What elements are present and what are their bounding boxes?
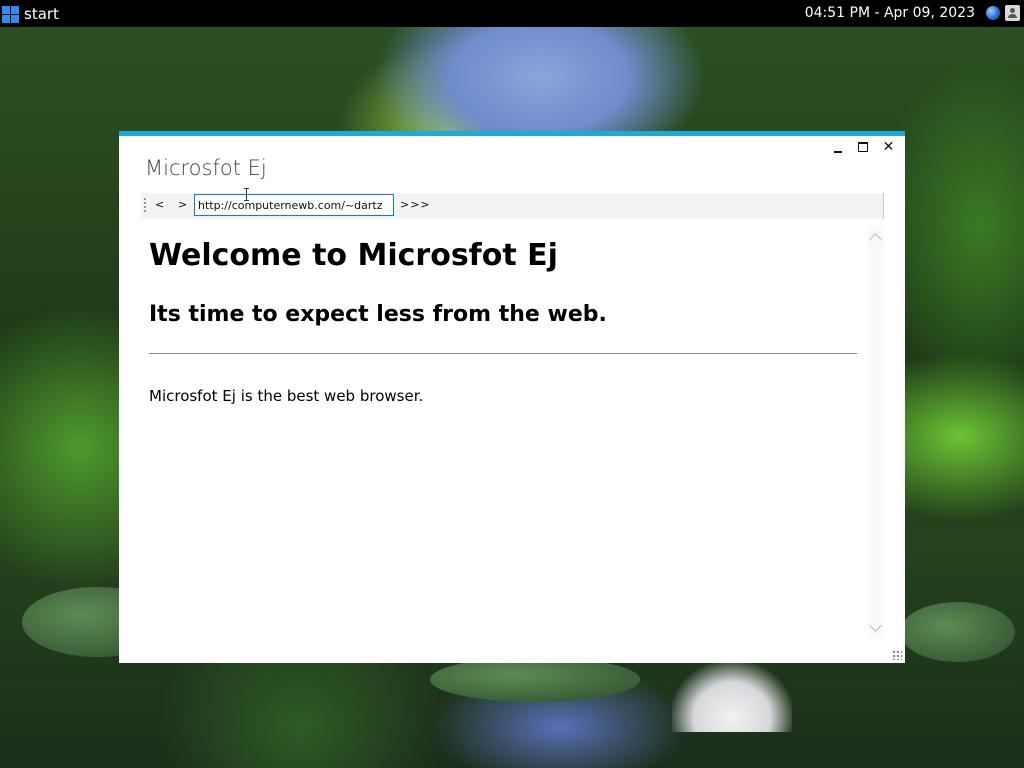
- vertical-scrollbar[interactable]: [868, 226, 884, 638]
- toolbar-grip-icon[interactable]: [144, 198, 146, 214]
- text-cursor-icon: [244, 188, 249, 201]
- scroll-down-icon[interactable]: [869, 619, 882, 632]
- start-button[interactable]: start: [2, 4, 59, 24]
- back-button[interactable]: <: [155, 198, 164, 211]
- window-controls: ✕: [832, 140, 895, 154]
- globe-icon[interactable]: [986, 6, 1000, 20]
- browser-window: ✕ Microsfot Ej < > >>> Welcome to Micros…: [119, 131, 905, 663]
- page-subheading: Its time to expect less from the web.: [149, 302, 607, 327]
- web-page-content: Welcome to Microsfot Ej Its time to expe…: [149, 226, 859, 646]
- water-lily-flower: [672, 662, 792, 732]
- maximize-button[interactable]: [857, 141, 870, 154]
- windows-logo-icon: [2, 5, 19, 23]
- divider: [149, 353, 857, 354]
- scroll-up-icon[interactable]: [869, 233, 882, 246]
- lily-pad: [430, 657, 640, 702]
- page-heading: Welcome to Microsfot Ej: [149, 238, 558, 273]
- address-bar-input[interactable]: [194, 194, 394, 216]
- resize-grip-icon[interactable]: [892, 650, 902, 660]
- taskbar-clock[interactable]: 04:51 PM - Apr 09, 2023: [805, 5, 975, 21]
- go-button[interactable]: >>>: [400, 198, 431, 211]
- browser-toolbar: < > >>>: [141, 193, 884, 219]
- window-title: Microsfot Ej: [145, 156, 267, 180]
- forward-button[interactable]: >: [178, 198, 187, 211]
- user-icon[interactable]: [1005, 5, 1020, 21]
- lily-pad: [900, 602, 1015, 662]
- taskbar: start 04:51 PM - Apr 09, 2023: [0, 0, 1024, 27]
- minimize-button[interactable]: [832, 141, 845, 154]
- page-body-text: Microsfot Ej is the best web browser.: [149, 387, 424, 405]
- start-label: start: [24, 5, 59, 23]
- close-button[interactable]: ✕: [882, 140, 895, 154]
